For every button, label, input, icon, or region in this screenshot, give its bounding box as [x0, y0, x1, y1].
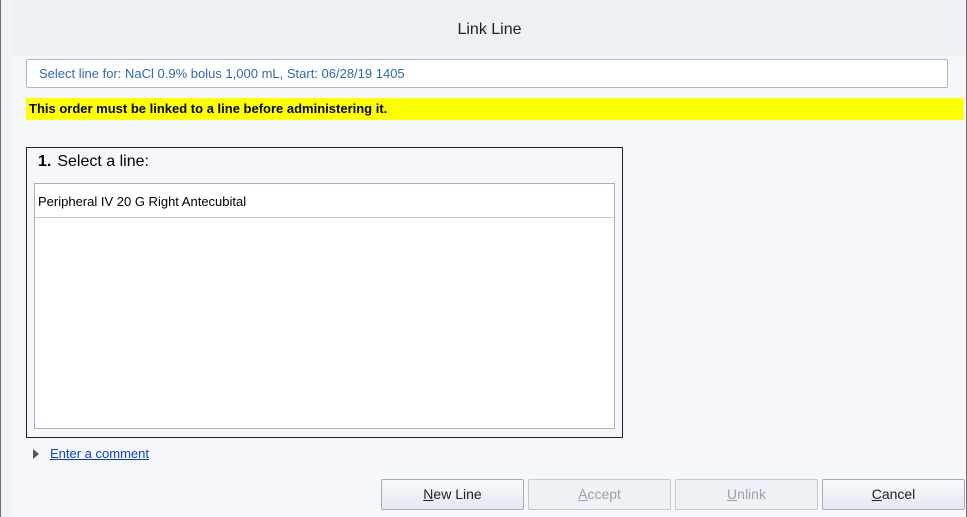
triangle-right-icon[interactable]	[33, 449, 39, 459]
new-line-mnemonic: N	[423, 486, 434, 502]
unlink-mnemonic: U	[727, 486, 738, 502]
title-bar: Link Line	[13, 0, 966, 56]
line-item-label: Peripheral IV 20 G Right Antecubital	[38, 194, 247, 209]
select-line-group: 1. Select a line: Peripheral IV 20 G Righ…	[26, 147, 623, 438]
select-line-heading: 1. Select a line:	[38, 153, 149, 171]
unlink-button[interactable]: Unlink	[675, 479, 818, 510]
dialog-title: Link Line	[457, 21, 522, 38]
unlink-label: nlink	[737, 486, 766, 502]
new-line-button[interactable]: New Line	[381, 479, 524, 510]
order-header: Select line for: NaCl 0.9% bolus 1,000 m…	[26, 59, 948, 88]
cancel-button[interactable]: Cancel	[822, 479, 965, 510]
new-line-label: ew Line	[433, 486, 482, 502]
enter-comment-link[interactable]: Enter a comment	[50, 446, 149, 461]
accept-label: ccept	[587, 486, 621, 502]
cancel-mnemonic: C	[871, 486, 882, 502]
link-line-dialog: Link Line Select line for: NaCl 0.9% bol…	[0, 0, 967, 517]
list-item-line[interactable]: Peripheral IV 20 G Right Antecubital	[35, 184, 614, 218]
step-number: 1.	[38, 153, 52, 170]
order-header-text: Select line for: NaCl 0.9% bolus 1,000 m…	[39, 66, 405, 81]
warning-banner: This order must be linked to a line befo…	[26, 98, 964, 120]
line-list[interactable]: Peripheral IV 20 G Right Antecubital	[34, 183, 615, 429]
cancel-label: ancel	[881, 486, 916, 502]
warning-text: This order must be linked to a line befo…	[29, 101, 388, 116]
select-line-label: Select a line:	[57, 153, 149, 170]
accept-button[interactable]: Accept	[528, 479, 671, 510]
